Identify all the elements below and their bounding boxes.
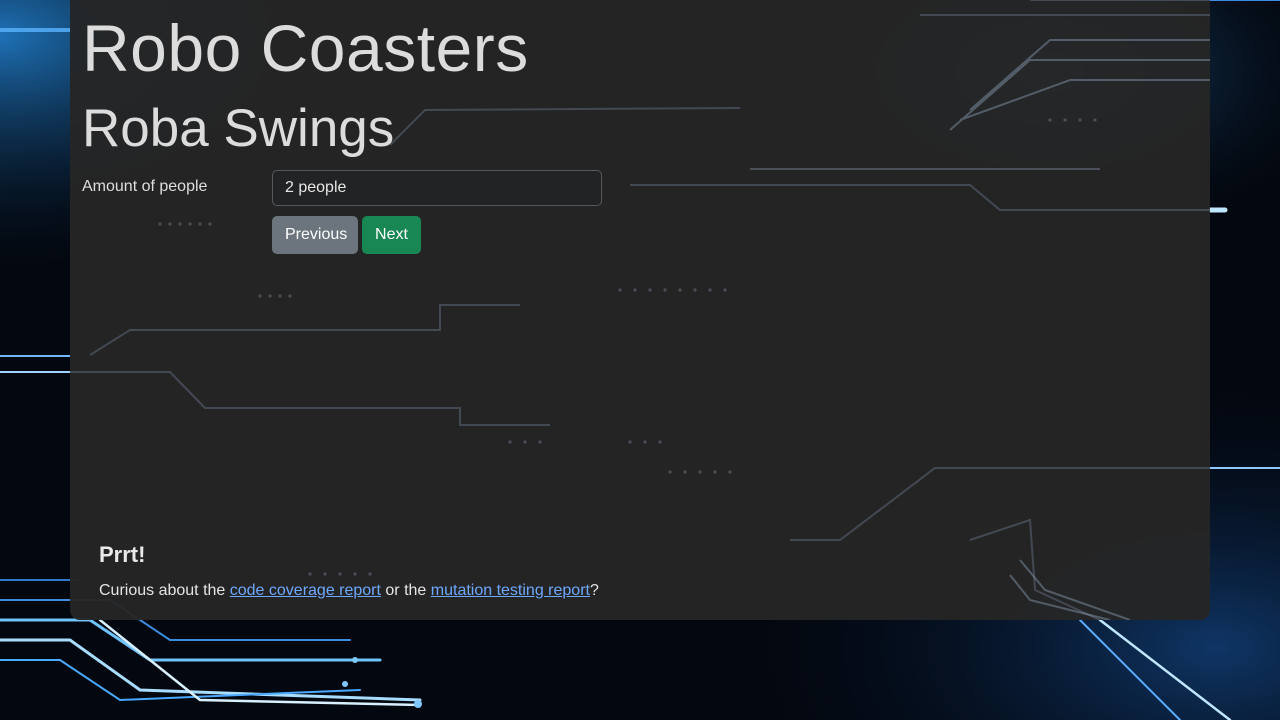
next-button[interactable]: Next: [362, 216, 421, 254]
footer-title: Prrt!: [99, 542, 146, 567]
footer-text: Curious about the code coverage report o…: [99, 582, 599, 600]
circuit-traces-decoration: [70, 0, 1210, 620]
people-amount-input[interactable]: [272, 170, 602, 206]
people-amount-label: Amount of people: [82, 178, 208, 195]
footer-text-middle: or the: [380, 582, 431, 599]
code-coverage-link[interactable]: code coverage report: [230, 582, 381, 599]
main-panel: Robo Coasters Roba Swings Amount of peop…: [70, 0, 1210, 620]
footer-text-after: ?: [589, 582, 599, 599]
mutation-testing-link[interactable]: mutation testing report: [431, 582, 590, 599]
footer-text-before: Curious about the: [99, 582, 230, 599]
ride-title: Roba Swings: [82, 99, 395, 158]
brand-title: Robo Coasters: [82, 11, 529, 85]
previous-button[interactable]: Previous: [272, 216, 358, 254]
